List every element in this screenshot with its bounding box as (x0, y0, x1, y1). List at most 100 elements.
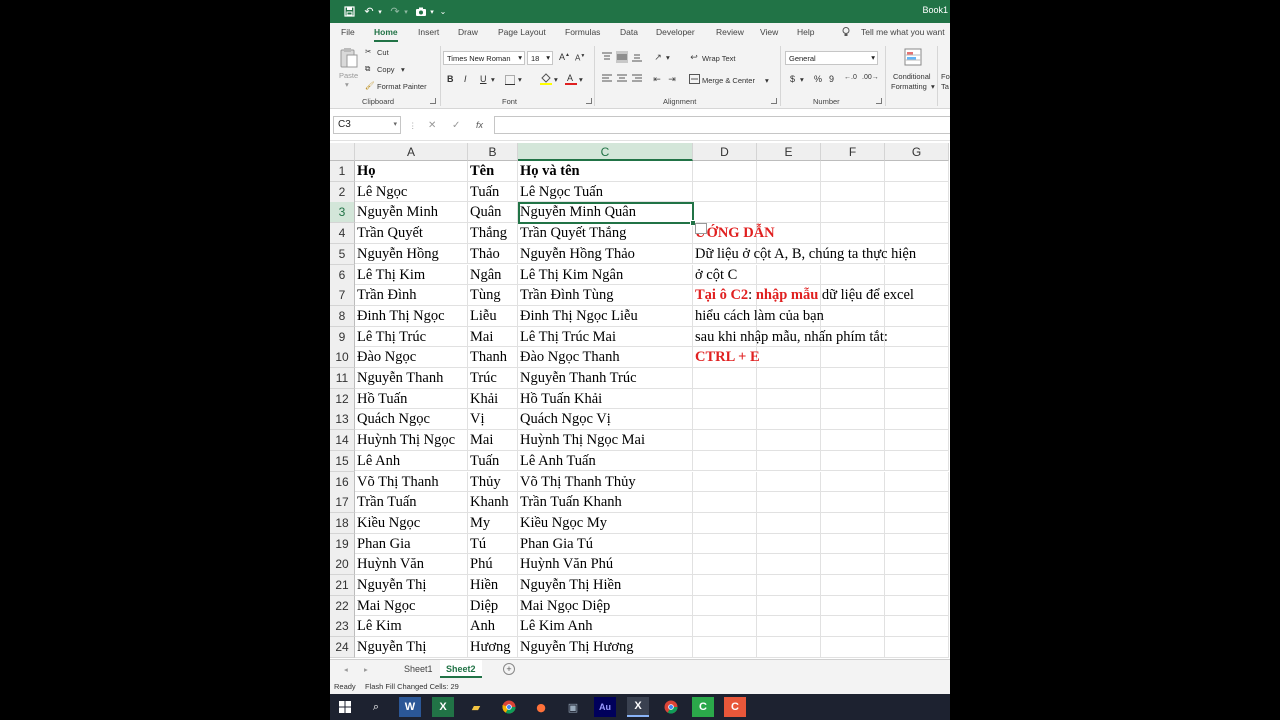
cell-b21[interactable]: Hiền (468, 575, 498, 596)
merge-center-icon[interactable] (688, 73, 700, 85)
row-header-5[interactable]: 5 (330, 243, 355, 265)
font-size-select[interactable]: 18 ▾ (527, 51, 553, 65)
name-box[interactable]: C3 ▾ (333, 116, 401, 134)
cell-c23[interactable]: Lê Kim Anh (518, 616, 593, 637)
increase-indent-icon[interactable]: ⇥ (666, 73, 678, 85)
clipboard-launcher-icon[interactable] (430, 98, 436, 104)
underline-button[interactable]: U (480, 74, 487, 84)
sheet-tab-sheet1[interactable]: Sheet1 (398, 660, 439, 678)
fill-color-dropdown-icon[interactable]: ▾ (554, 75, 558, 84)
cell-c19[interactable]: Phan Gia Tú (518, 534, 593, 555)
conditional-formatting-icon[interactable] (903, 47, 923, 67)
cell-c10[interactable]: Đào Ngọc Thanh (518, 347, 620, 368)
font-color-icon[interactable]: A (565, 72, 577, 85)
row-header-10[interactable]: 10 (330, 347, 355, 369)
cell-b3[interactable]: Quân (468, 202, 501, 223)
select-all-corner[interactable] (330, 143, 355, 161)
flash-fill-options-icon[interactable] (695, 223, 707, 234)
cell-b11[interactable]: Trúc (468, 368, 497, 389)
cell-a19[interactable]: Phan Gia (355, 534, 411, 555)
cell-b22[interactable]: Diệp (468, 596, 498, 617)
font-launcher-icon[interactable] (586, 98, 592, 104)
cell-b6[interactable]: Ngân (468, 265, 501, 286)
format-as-table-label-2[interactable]: Ta (941, 82, 949, 91)
format-as-table-label[interactable]: Fo (941, 72, 950, 81)
cut-icon[interactable]: ✂ (365, 47, 371, 56)
device-manager-icon[interactable]: ▣ (562, 697, 584, 717)
col-header-c[interactable]: C (518, 143, 693, 161)
row-header-15[interactable]: 15 (330, 450, 355, 472)
cell-c5[interactable]: Nguyễn Hồng Thảo (518, 244, 635, 265)
cell-c8[interactable]: Đinh Thị Ngọc Liễu (518, 306, 638, 327)
customize-qat-icon[interactable]: ⌄ (438, 4, 448, 19)
cell-b8[interactable]: Liễu (468, 306, 497, 327)
align-right-icon[interactable] (631, 73, 643, 85)
sheet-tab-sheet2[interactable]: Sheet2 (440, 660, 482, 678)
cell-a17[interactable]: Trần Tuấn (355, 492, 417, 513)
merge-center-dropdown-icon[interactable]: ▾ (765, 76, 769, 85)
cell-b23[interactable]: Anh (468, 616, 495, 637)
row-header-9[interactable]: 9 (330, 326, 355, 348)
number-format-select[interactable]: General ▾ (785, 51, 878, 65)
col-header-a[interactable]: A (355, 143, 468, 161)
cell-a7[interactable]: Trần Đình (355, 285, 417, 306)
format-painter-button[interactable]: Format Painter (377, 82, 427, 91)
tab-page-layout[interactable]: Page Layout (498, 27, 546, 37)
cell-a3[interactable]: Nguyễn Minh (355, 202, 438, 223)
tab-file[interactable]: File (341, 27, 355, 37)
cell-a23[interactable]: Lê Kim (355, 616, 402, 637)
firefox-icon[interactable]: ● (530, 697, 552, 717)
conditional-formatting-label-2[interactable]: Formatting (891, 82, 927, 91)
file-explorer-icon[interactable]: ▰ (465, 697, 487, 717)
tab-formulas[interactable]: Formulas (565, 27, 600, 37)
align-left-icon[interactable] (601, 73, 613, 85)
row-header-20[interactable]: 20 (330, 554, 355, 576)
cell-a20[interactable]: Huỳnh Văn (355, 554, 424, 575)
cell-a24[interactable]: Nguyễn Thị (355, 637, 426, 658)
sheet-scroll-left-icon[interactable]: ◂ (344, 665, 348, 674)
cell-a8[interactable]: Đinh Thị Ngọc (355, 306, 445, 327)
copy-button[interactable]: Copy (377, 65, 395, 74)
audition-icon[interactable]: Au (594, 697, 616, 717)
tab-insert[interactable]: Insert (418, 27, 439, 37)
cell-c16[interactable]: Võ Thị Thanh Thủy (518, 472, 636, 493)
cell-c18[interactable]: Kiều Ngọc My (518, 513, 607, 534)
tab-view[interactable]: View (760, 27, 778, 37)
cell-b2[interactable]: Tuấn (468, 182, 499, 203)
col-header-d[interactable]: D (693, 143, 757, 161)
decrease-font-icon[interactable]: A▼ (575, 53, 585, 63)
cell-c9[interactable]: Lê Thị Trúc Mai (518, 327, 616, 348)
cell-a22[interactable]: Mai Ngọc (355, 596, 415, 617)
alignment-launcher-icon[interactable] (771, 98, 777, 104)
borders-dropdown-icon[interactable]: ▾ (518, 75, 522, 84)
row-header-13[interactable]: 13 (330, 409, 355, 431)
cell-b18[interactable]: My (468, 513, 490, 534)
cell-c13[interactable]: Quách Ngọc Vị (518, 409, 611, 430)
cell-c24[interactable]: Nguyễn Thị Hương (518, 637, 634, 658)
cell-c20[interactable]: Huỳnh Văn Phú (518, 554, 613, 575)
row-header-24[interactable]: 24 (330, 637, 355, 659)
cell-a15[interactable]: Lê Anh (355, 451, 400, 472)
excel-active-taskbar-icon[interactable]: X (627, 697, 649, 717)
tab-draw[interactable]: Draw (458, 27, 478, 37)
cell-c15[interactable]: Lê Anh Tuấn (518, 451, 596, 472)
percent-button[interactable]: % (814, 74, 822, 84)
cell-b9[interactable]: Mai (468, 327, 493, 348)
cell-d9[interactable]: sau khi nhập mẫu, nhấn phím tắt: (693, 327, 888, 348)
paste-label[interactable]: Paste (339, 71, 358, 80)
tab-data[interactable]: Data (620, 27, 638, 37)
cell-c12[interactable]: Hồ Tuấn Khải (518, 389, 602, 410)
align-middle-icon[interactable] (616, 51, 628, 63)
cell-d6[interactable]: ở cột C (693, 265, 737, 286)
row-header-3[interactable]: 3 (330, 202, 355, 224)
cell-d7[interactable]: Tại ô C2: nhập mẫu dữ liệu để excel (693, 285, 914, 306)
cell-c22[interactable]: Mai Ngọc Diệp (518, 596, 610, 617)
cell-c21[interactable]: Nguyễn Thị Hiền (518, 575, 621, 596)
cell-d10[interactable]: CTRL + E (693, 347, 760, 368)
row-header-21[interactable]: 21 (330, 575, 355, 596)
cell-d5[interactable]: Dữ liệu ở cột A, B, chúng ta thực hiện (693, 244, 916, 265)
row-header-4[interactable]: 4 (330, 223, 355, 245)
new-sheet-icon[interactable]: + (503, 663, 515, 675)
cell-c6[interactable]: Lê Thị Kim Ngân (518, 265, 623, 286)
cell-b7[interactable]: Tùng (468, 285, 501, 306)
